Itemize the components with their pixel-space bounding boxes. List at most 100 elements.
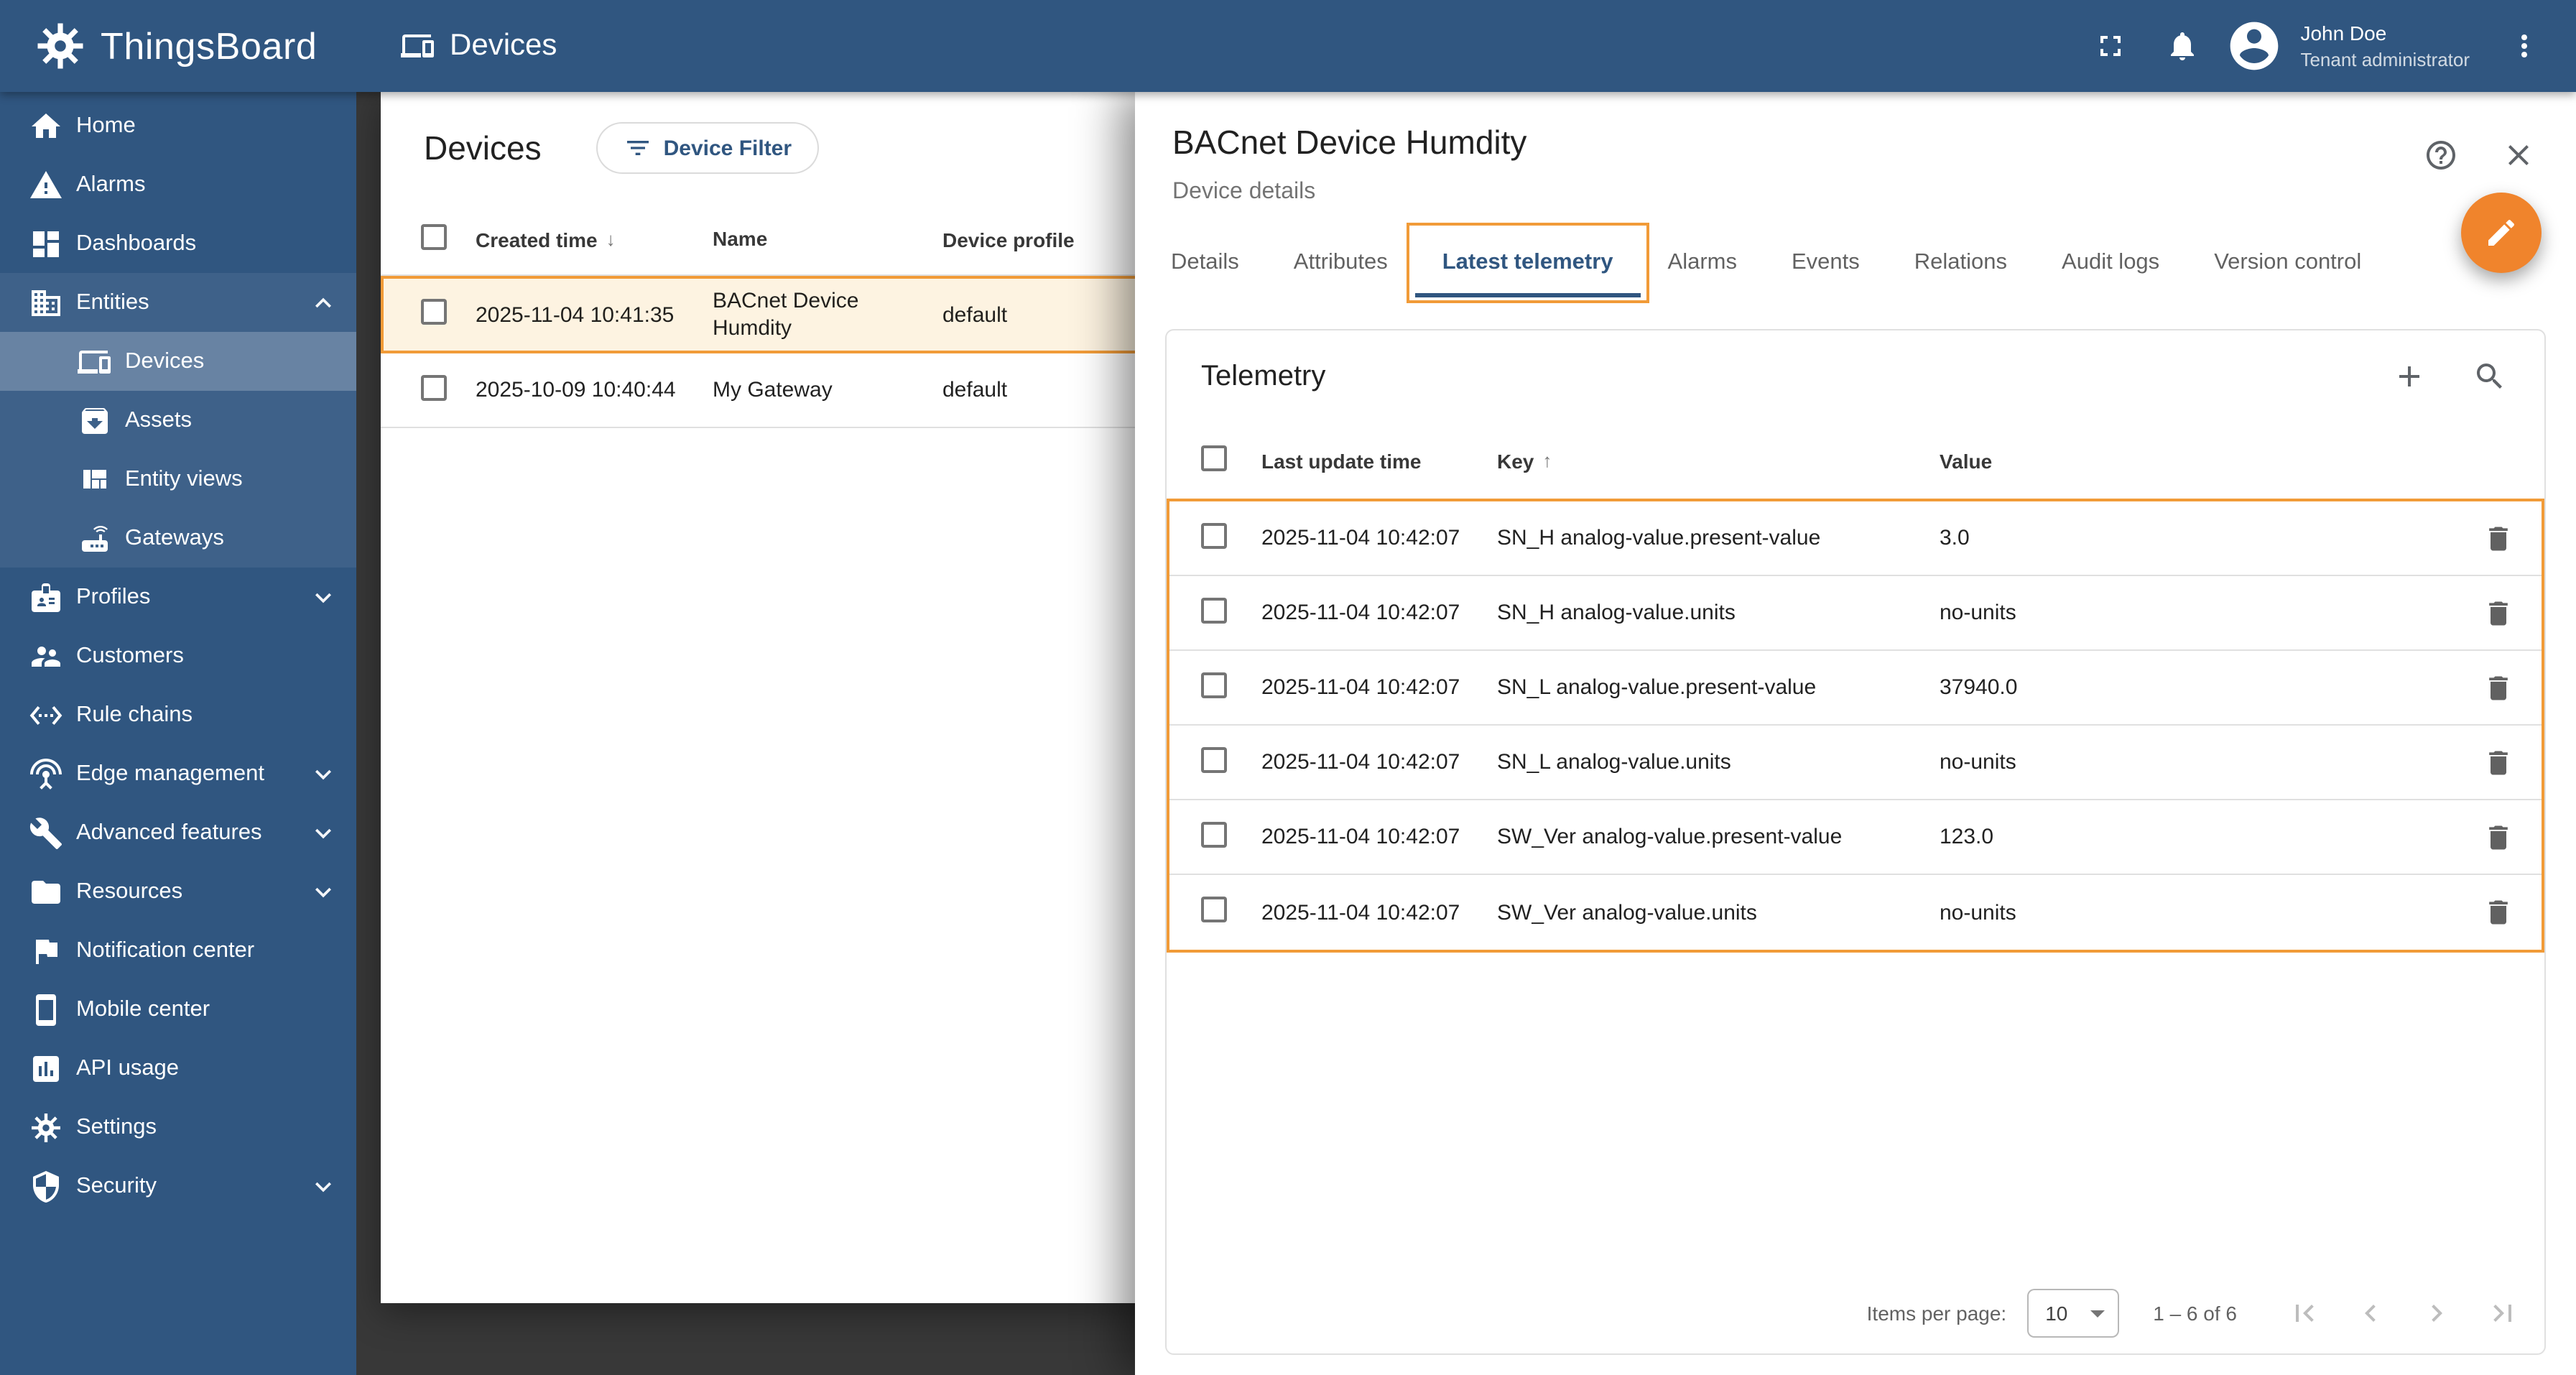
column-value[interactable]: Value <box>1940 449 2458 472</box>
row-checkbox[interactable] <box>1201 821 1227 847</box>
sidebar-item-settings[interactable]: Settings <box>0 1098 356 1157</box>
delete-telemetry-button[interactable] <box>2483 672 2514 703</box>
telemetry-key: SW_Ver analog-value.units <box>1497 900 1757 925</box>
row-checkbox[interactable] <box>1201 897 1227 922</box>
sidebar-label: Entities <box>76 290 149 314</box>
user-info: John Doe Tenant administrator <box>2300 22 2470 70</box>
sidebar-item-edge-management[interactable]: Edge management <box>0 744 356 803</box>
items-per-page-select[interactable]: 10 <box>2026 1289 2119 1338</box>
fullscreen-icon <box>2100 36 2121 56</box>
tab-events[interactable]: Events <box>1764 228 1887 297</box>
tab-attributes[interactable]: Attributes <box>1266 228 1415 297</box>
telemetry-value: 123.0 <box>1940 825 1994 849</box>
sort-desc-icon: ↓ <box>606 228 616 250</box>
chevron-down-icon <box>315 592 331 603</box>
chevron-right-icon <box>2432 1305 2442 1322</box>
row-checkbox[interactable] <box>1201 597 1227 623</box>
select-all-checkbox[interactable] <box>421 224 447 250</box>
delete-telemetry-button[interactable] <box>2483 746 2514 778</box>
more-vert-icon <box>2521 34 2527 57</box>
sidebar-label: Entity views <box>125 466 243 491</box>
fullscreen-button[interactable] <box>2079 14 2142 78</box>
tab-details[interactable]: Details <box>1144 228 1266 297</box>
sidebar-item-gateways[interactable]: Gateways <box>0 509 356 568</box>
tab-relations[interactable]: Relations <box>1887 228 2034 297</box>
security-icon <box>33 1170 59 1202</box>
sidebar-item-entity-views[interactable]: Entity views <box>0 450 356 509</box>
add-telemetry-button[interactable] <box>2389 356 2429 397</box>
column-name[interactable]: Name <box>713 226 942 252</box>
user-avatar[interactable] <box>2223 14 2286 78</box>
sidebar-group-entities: Entities Devices Assets Entity views Gat… <box>0 273 356 568</box>
rule-chains-icon <box>29 705 62 725</box>
tab-latest-telemetry[interactable]: Latest telemetry <box>1406 223 1649 303</box>
sidebar-item-rule-chains[interactable]: Rule chains <box>0 685 356 744</box>
sidebar-item-profiles[interactable]: Profiles <box>0 568 356 626</box>
sidebar-item-notification-center[interactable]: Notification center <box>0 921 356 980</box>
select-all-checkbox[interactable] <box>1201 445 1227 471</box>
delete-telemetry-button[interactable] <box>2483 897 2514 928</box>
row-checkbox[interactable] <box>421 374 447 400</box>
device-filter-button[interactable]: Device Filter <box>596 122 820 174</box>
column-key[interactable]: Key ↑ <box>1497 449 1940 472</box>
sidebar-item-customers[interactable]: Customers <box>0 626 356 685</box>
sidebar-item-security[interactable]: Security <box>0 1157 356 1216</box>
help-button[interactable] <box>2421 135 2461 175</box>
sidebar-label: Assets <box>125 407 193 432</box>
telemetry-row[interactable]: 2025-11-04 10:42:07 SN_H analog-value.un… <box>1169 576 2542 651</box>
previous-page-button[interactable] <box>2338 1280 2404 1346</box>
sidebar-item-home[interactable]: Home <box>0 96 356 155</box>
notifications-button[interactable] <box>2151 14 2214 78</box>
row-checkbox[interactable] <box>1201 672 1227 698</box>
telemetry-row[interactable]: 2025-11-04 10:42:07 SW_Ver analog-value.… <box>1169 875 2542 950</box>
search-telemetry-button[interactable] <box>2470 356 2510 397</box>
telemetry-title: Telemetry <box>1201 360 1326 392</box>
sidebar-item-resources[interactable]: Resources <box>0 862 356 921</box>
edit-device-button[interactable] <box>2461 193 2542 273</box>
sidebar-label: Dashboards <box>76 231 197 255</box>
sidebar-item-advanced-features[interactable]: Advanced features <box>0 803 356 862</box>
tab-audit-logs[interactable]: Audit logs <box>2034 228 2187 297</box>
last-page-button[interactable] <box>2470 1280 2536 1346</box>
first-page-button[interactable] <box>2271 1280 2338 1346</box>
gateways-icon <box>82 525 108 551</box>
more-menu-button[interactable] <box>2493 14 2556 78</box>
row-checkbox[interactable] <box>1201 522 1227 548</box>
telemetry-value: 37940.0 <box>1940 675 2018 700</box>
sidebar-item-alarms[interactable]: Alarms <box>0 155 356 214</box>
telemetry-key: SN_H analog-value.units <box>1497 601 1736 625</box>
sidebar-item-assets[interactable]: Assets <box>0 391 356 450</box>
delete-telemetry-button[interactable] <box>2483 597 2514 629</box>
devices-title: Devices <box>424 129 542 166</box>
row-checkbox[interactable] <box>1201 746 1227 772</box>
telemetry-row[interactable]: 2025-11-04 10:42:07 SN_L analog-value.pr… <box>1169 651 2542 726</box>
trash-icon <box>2489 900 2508 925</box>
telemetry-row[interactable]: 2025-11-04 10:42:07 SN_H analog-value.pr… <box>1169 501 2542 576</box>
sidebar-item-entities[interactable]: Entities <box>0 273 356 332</box>
sidebar-item-api-usage[interactable]: API usage <box>0 1039 356 1098</box>
tab-version-control[interactable]: Version control <box>2187 228 2389 297</box>
tab-alarms[interactable]: Alarms <box>1641 228 1764 297</box>
delete-telemetry-button[interactable] <box>2483 522 2514 554</box>
sidebar-label: Profiles <box>76 584 151 608</box>
details-subtitle: Device details <box>1172 180 1316 204</box>
page-title: Devices <box>450 29 557 62</box>
column-created-time[interactable]: Created time ↓ <box>476 228 713 251</box>
advanced-features-icon <box>29 817 62 848</box>
sidebar-label: Security <box>76 1173 157 1198</box>
delete-telemetry-button[interactable] <box>2483 821 2514 853</box>
telemetry-row[interactable]: 2025-11-04 10:42:07 SN_L analog-value.un… <box>1169 726 2542 800</box>
dashboards-icon <box>33 231 59 256</box>
sidebar-item-dashboards[interactable]: Dashboards <box>0 214 356 273</box>
entity-views-icon <box>83 469 106 488</box>
next-page-button[interactable] <box>2404 1280 2470 1346</box>
telemetry-card: Telemetry Last update time Key ↑ Value 2… <box>1165 329 2546 1355</box>
sidebar-item-devices[interactable]: Devices <box>0 332 356 391</box>
chevron-down-icon <box>315 1181 331 1192</box>
row-checkbox[interactable] <box>421 299 447 325</box>
devices-icon <box>401 34 434 57</box>
column-last-update-time[interactable]: Last update time <box>1261 449 1497 472</box>
telemetry-row[interactable]: 2025-11-04 10:42:07 SW_Ver analog-value.… <box>1169 800 2542 875</box>
close-button[interactable] <box>2498 135 2539 175</box>
sidebar-item-mobile-center[interactable]: Mobile center <box>0 980 356 1039</box>
